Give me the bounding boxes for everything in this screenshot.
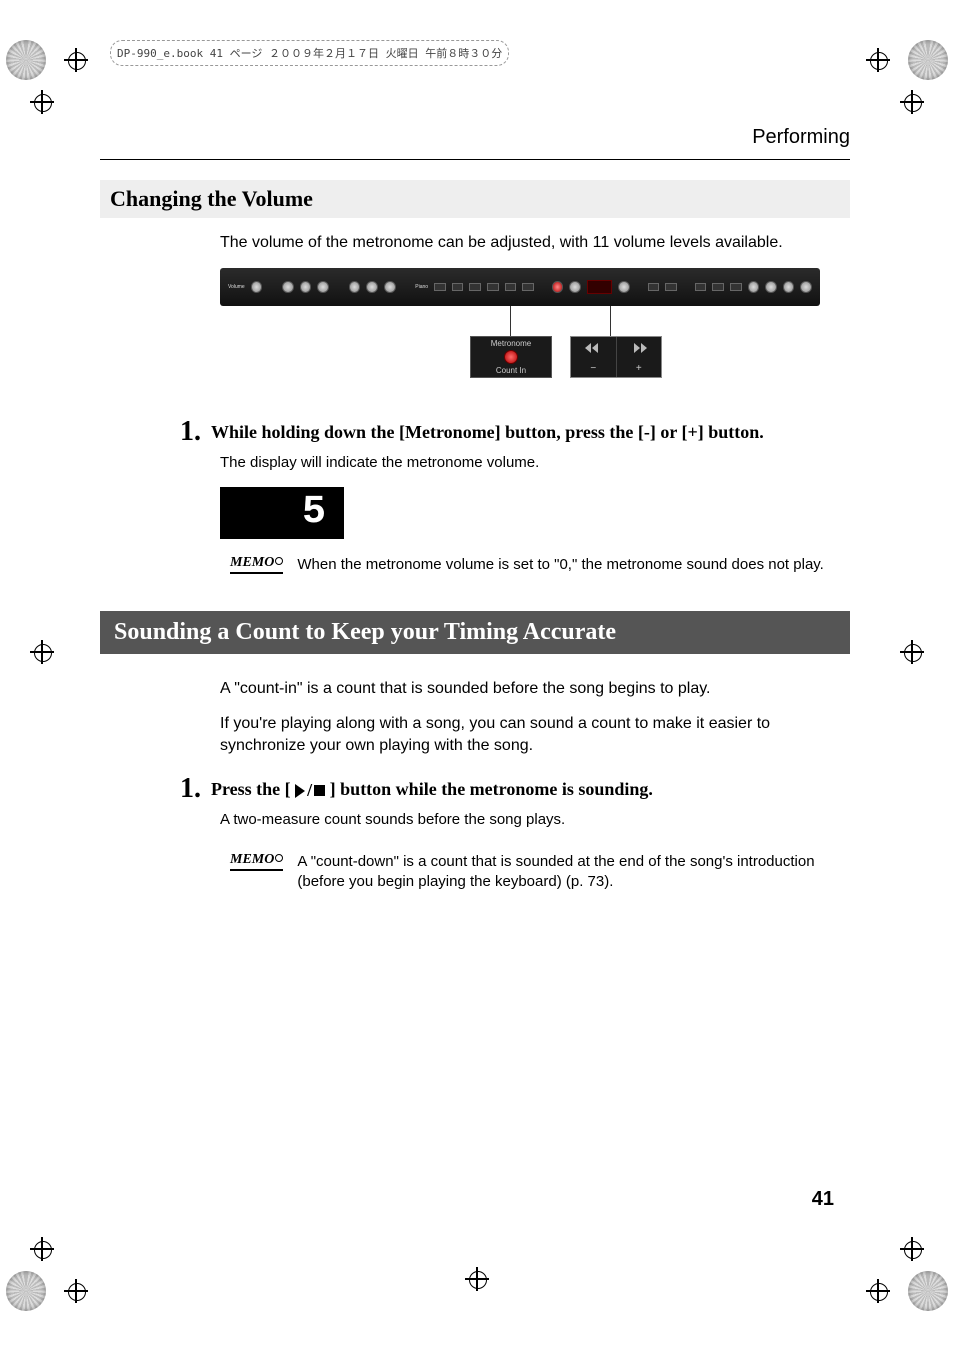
registration-mark: [465, 1267, 489, 1291]
registration-mark: [30, 90, 54, 114]
lcd-display-value: 5: [220, 487, 344, 539]
subheading-volume: Changing the Volume: [100, 180, 850, 218]
step-1-volume: 1. While holding down the [Metronome] bu…: [180, 418, 850, 446]
piano-panel-strip: Volume Piano: [220, 268, 820, 306]
crop-dial-br: [908, 1271, 948, 1311]
registration-mark: [900, 640, 924, 664]
callout-label: Count In: [496, 366, 526, 375]
memo-1: MEMO When the metronome volume is set to…: [230, 555, 850, 575]
page-number: 41: [812, 1188, 834, 1211]
callout-plus-minus: − +: [570, 336, 662, 378]
registration-mark: [900, 1237, 924, 1261]
step-body: A two-measure count sounds before the so…: [220, 811, 850, 828]
running-head: Performing: [100, 126, 850, 149]
registration-mark: [64, 48, 88, 72]
count-paragraph-1: A "count-in" is a count that is sounded …: [220, 678, 830, 700]
step-heading: Press the [ / ] button while the metrono…: [211, 779, 653, 801]
memo-icon: MEMO: [230, 555, 283, 574]
subheading-count: Sounding a Count to Keep your Timing Acc…: [100, 611, 850, 654]
print-header-slug: DP-990_e.book 41 ページ ２００９年２月１７日 火曜日 午前８時…: [110, 40, 509, 66]
crop-dial-tr: [908, 40, 948, 80]
crop-dial-bl: [6, 1271, 46, 1311]
registration-mark: [900, 90, 924, 114]
count-paragraph-2: If you're playing along with a song, you…: [220, 713, 830, 756]
step-body: The display will indicate the metronome …: [220, 454, 850, 471]
step-number: 1.: [180, 418, 201, 446]
crop-dial-tl: [6, 40, 46, 80]
registration-mark: [30, 640, 54, 664]
memo-icon: MEMO: [230, 852, 283, 871]
metronome-led-icon: [504, 350, 518, 364]
callout-metronome: Metronome Count In: [470, 336, 552, 378]
step-heading: While holding down the [Metronome] butto…: [211, 422, 764, 443]
minus-label: −: [590, 363, 596, 374]
registration-mark: [866, 48, 890, 72]
play-stop-icon: /: [295, 780, 325, 801]
memo-2: MEMO A "count-down" is a count that is s…: [230, 852, 850, 893]
section-rule: [100, 159, 850, 160]
memo-text: A "count-down" is a count that is sounde…: [297, 852, 837, 893]
panel-diagram: Volume Piano Metronome: [220, 268, 820, 388]
step-number: 1.: [180, 775, 201, 803]
callout-label: Metronome: [491, 339, 531, 348]
registration-mark: [30, 1237, 54, 1261]
memo-text: When the metronome volume is set to "0,"…: [297, 555, 823, 575]
step-head-post: ] button while the metronome is sounding…: [330, 779, 653, 799]
body-intro-volume: The volume of the metronome can be adjus…: [220, 232, 830, 254]
plus-label: +: [636, 363, 642, 374]
registration-mark: [866, 1279, 890, 1303]
header-slug-text: DP-990_e.book 41 ページ ２００９年２月１７日 火曜日 午前８時…: [117, 47, 502, 60]
step-head-pre: Press the [: [211, 779, 291, 799]
registration-mark: [64, 1279, 88, 1303]
step-1-count: 1. Press the [ / ] button while the metr…: [180, 775, 850, 803]
